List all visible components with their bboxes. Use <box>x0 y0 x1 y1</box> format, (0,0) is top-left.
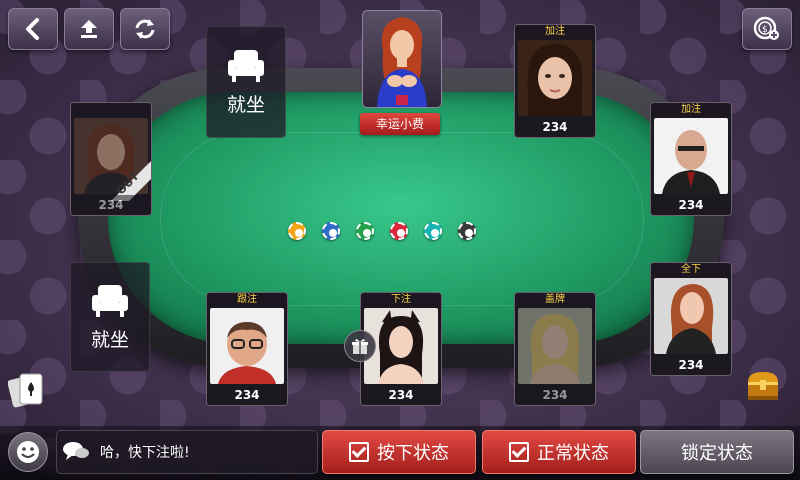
player-seat-right-top[interactable]: 加注 234 <box>650 102 732 216</box>
normal-state-button[interactable]: 正常状态 <box>482 430 636 474</box>
refresh-icon <box>135 19 155 39</box>
pot-chip <box>322 222 340 240</box>
player-chip-count: 234 <box>515 117 595 137</box>
emoji-button[interactable] <box>8 432 48 472</box>
player-seat-bottom-3[interactable]: 盖牌 234 <box>514 292 596 406</box>
player-action-tag: 盖牌 <box>515 293 595 307</box>
pot-chip <box>356 222 374 240</box>
chat-message: 哈，快下注啦! <box>100 445 190 461</box>
empty-seat[interactable]: 就坐 <box>206 26 286 138</box>
player-chip-count: 234 <box>361 385 441 405</box>
player-chip-count: 234 <box>207 385 287 405</box>
checkbox-icon <box>509 442 529 462</box>
player-chip-count: 234 <box>515 385 595 405</box>
player-seat-bottom-1[interactable]: 跟注 234 <box>206 292 288 406</box>
tip-dealer-button[interactable]: 幸运小费 <box>360 113 440 135</box>
playing-card-icon <box>7 373 43 408</box>
chat-bubbles-icon <box>63 442 89 460</box>
change-table-button[interactable] <box>120 8 170 50</box>
card-rules-button[interactable] <box>7 372 46 408</box>
checkbox-icon <box>349 442 369 462</box>
press-state-button[interactable]: 按下状态 <box>322 430 476 474</box>
player-seat-left[interactable]: OUT 234 <box>70 102 152 216</box>
locked-state-label: 锁定状态 <box>681 443 753 464</box>
armchair-icon <box>92 284 128 317</box>
player-chip-count: 234 <box>651 195 731 215</box>
table-betting-line <box>160 132 644 306</box>
pot-chip <box>458 222 476 240</box>
svg-text:$: $ <box>762 25 768 35</box>
player-action-tag: 跟注 <box>207 293 287 307</box>
normal-state-label: 正常状态 <box>537 443 609 464</box>
player-action-tag: 下注 <box>361 293 441 307</box>
coin-plus-icon: $ <box>753 16 779 40</box>
empty-seat[interactable]: 就坐 <box>70 262 150 372</box>
smiley-icon <box>17 441 39 463</box>
player-avatar <box>654 118 728 194</box>
player-avatar <box>654 278 728 354</box>
pot-chip <box>288 222 306 240</box>
sit-down-label: 就坐 <box>226 93 265 116</box>
dealer-avatar <box>362 10 442 108</box>
locked-state-button[interactable]: 锁定状态 <box>640 430 794 474</box>
player-avatar <box>210 308 284 384</box>
sit-down-label: 就坐 <box>90 328 129 351</box>
upload-icon <box>81 20 97 38</box>
player-action-tag: 加注 <box>515 25 595 39</box>
press-state-label: 按下状态 <box>377 443 449 464</box>
stand-up-button[interactable] <box>64 8 114 50</box>
back-button[interactable] <box>8 8 58 50</box>
gift-icon <box>352 339 368 354</box>
player-seat-top-right[interactable]: 加注 234 <box>514 24 596 138</box>
player-action-tag <box>71 103 151 117</box>
armchair-icon <box>228 49 264 82</box>
player-action-tag: 全下 <box>651 263 731 277</box>
player-chip-count: 234 <box>651 355 731 375</box>
player-avatar <box>518 40 592 116</box>
player-action-tag: 加注 <box>651 103 731 117</box>
shop-button[interactable]: $ <box>742 8 792 50</box>
pot-chip <box>390 222 408 240</box>
treasure-chest-button[interactable] <box>744 368 782 406</box>
pot-chip <box>424 222 442 240</box>
player-seat-right-bottom[interactable]: 全下 234 <box>650 262 732 376</box>
treasure-chest-icon <box>748 372 778 400</box>
player-avatar <box>518 308 592 384</box>
player-chip-count: 234 <box>71 195 151 215</box>
pot-chips <box>288 220 488 244</box>
gift-button[interactable] <box>344 330 376 362</box>
chevron-left-icon <box>26 18 39 40</box>
